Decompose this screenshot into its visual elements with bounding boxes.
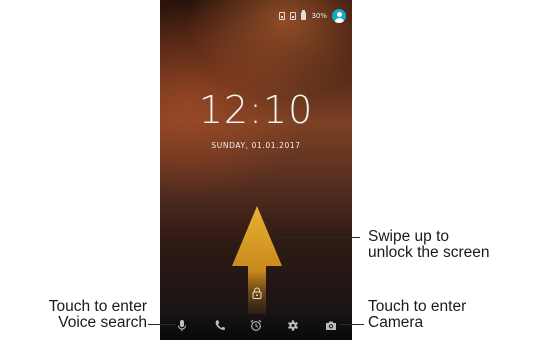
voice-search-annotation: Touch to enter Voice search (49, 299, 147, 331)
microphone-icon[interactable] (176, 319, 188, 332)
swipe-annotation: Swipe up to unlock the screen (368, 229, 490, 261)
camera-callout-line (340, 324, 364, 325)
swipe-annotation-line1: Swipe up to (368, 228, 449, 245)
sim-2-icon (290, 12, 297, 20)
battery-percent: 30% (311, 12, 327, 20)
battery-icon (301, 10, 307, 20)
settings-gear-icon[interactable] (287, 319, 299, 332)
camera-annotation-line1: Touch to enter (368, 298, 467, 315)
sim-1-icon (279, 12, 286, 20)
camera-icon[interactable] (325, 319, 337, 332)
camera-annotation: Touch to enter Camera (368, 299, 466, 331)
voice-annotation-line2: Voice search (58, 314, 147, 331)
camera-annotation-line2: Camera (368, 314, 424, 331)
voice-annotation-line1: Touch to enter (48, 298, 147, 315)
lock-icon (252, 287, 262, 299)
status-bar: 30% (279, 8, 346, 24)
phone-lock-screen: 30% 12:10 SUNDAY, 01.01.2017 (160, 0, 352, 340)
alarm-clock-icon[interactable] (250, 319, 262, 332)
lock-clock: 12:10 (198, 88, 314, 132)
phone-icon[interactable] (214, 319, 226, 332)
swipe-callout-line (276, 237, 360, 238)
swipe-annotation-line2: unlock the screen (368, 244, 490, 261)
swipe-up-arrow-icon[interactable] (232, 206, 282, 324)
lock-date: SUNDAY, 01.01.2017 (211, 141, 301, 150)
voice-callout-line (148, 324, 176, 325)
user-avatar-icon[interactable] (332, 9, 346, 23)
